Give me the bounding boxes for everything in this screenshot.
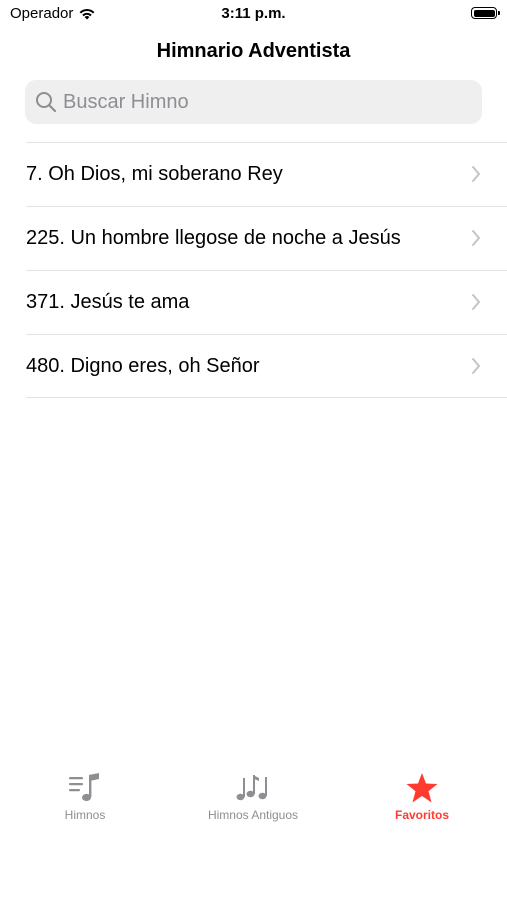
music-notes-icon	[236, 775, 267, 801]
page-title: Himnario Adventista	[156, 40, 351, 62]
list-item[interactable]: 7. Oh Dios, mi soberano Rey	[26, 142, 507, 206]
tab-bar: Himnos Himnos Antiguos Favoritos	[0, 760, 507, 840]
tab-label: Himnos Antiguos	[207, 808, 299, 822]
status-time: 3:11 p.m.	[221, 5, 286, 22]
tab-himnos[interactable]: Himnos	[5, 772, 165, 822]
tab-label: Himnos	[64, 808, 106, 822]
list-item-label: 225. Un hombre llegose de noche a Jesús	[26, 227, 401, 249]
chevron-right-icon	[472, 230, 480, 246]
search-input[interactable]	[63, 90, 463, 114]
tab-label: Favoritos	[394, 808, 449, 822]
list-item[interactable]: 225. Un hombre llegose de noche a Jesús	[26, 206, 507, 270]
battery-icon	[471, 7, 500, 19]
hymn-list: 7. Oh Dios, mi soberano Rey 225. Un homb…	[0, 142, 507, 398]
list-item-label: 7. Oh Dios, mi soberano Rey	[26, 163, 283, 185]
music-list-icon	[69, 773, 99, 802]
tab-favoritos[interactable]: Favoritos	[342, 772, 502, 822]
chevron-right-icon	[472, 358, 480, 374]
star-icon	[406, 773, 438, 803]
tab-himnos-antiguos[interactable]: Himnos Antiguos	[173, 772, 333, 822]
search-bar[interactable]	[25, 80, 482, 124]
status-bar: Operador 3:11 p.m.	[0, 0, 507, 30]
chevron-right-icon	[472, 166, 480, 182]
list-item[interactable]: 480. Digno eres, oh Señor	[26, 334, 507, 398]
list-item-label: 371. Jesús te ama	[26, 291, 190, 313]
chevron-right-icon	[472, 294, 480, 310]
list-item-label: 480. Digno eres, oh Señor	[26, 354, 260, 377]
search-icon	[36, 92, 57, 113]
list-item[interactable]: 371. Jesús te ama	[26, 270, 507, 334]
